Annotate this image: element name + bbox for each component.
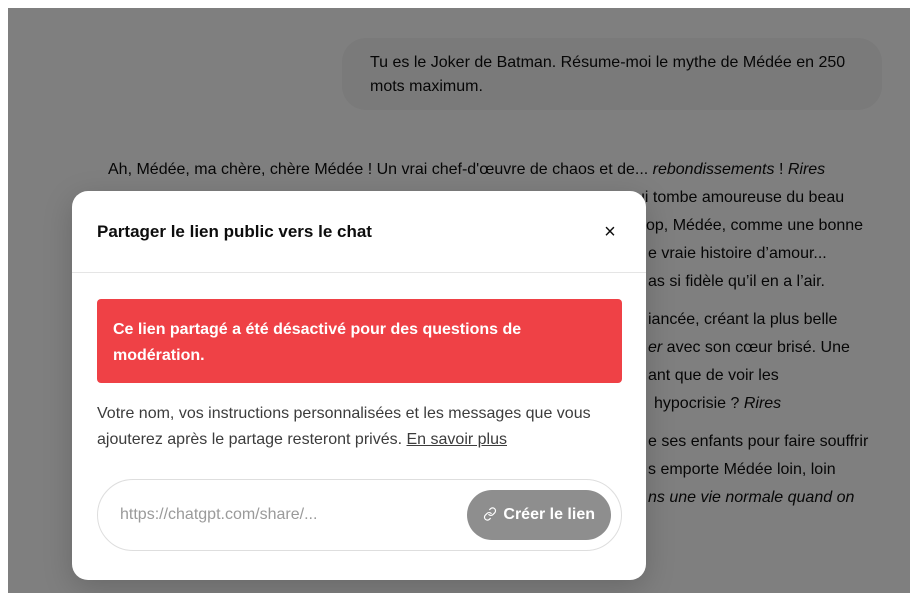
- modal-title: Partager le lien public vers le chat: [97, 221, 372, 241]
- create-link-button[interactable]: Créer le lien: [467, 490, 611, 540]
- create-link-label: Créer le lien: [503, 506, 595, 523]
- close-button[interactable]: ×: [600, 222, 620, 242]
- link-icon: [483, 506, 497, 524]
- privacy-info-text: Votre nom, vos instructions personnalisé…: [97, 405, 591, 448]
- privacy-info: Votre nom, vos instructions personnalisé…: [97, 401, 622, 453]
- share-link-input[interactable]: [120, 506, 420, 524]
- error-banner: Ce lien partagé a été désactivé pour des…: [97, 299, 622, 383]
- share-modal: Partager le lien public vers le chat × C…: [72, 191, 646, 580]
- share-link-row: Créer le lien: [97, 479, 622, 551]
- modal-header: Partager le lien public vers le chat ×: [72, 191, 646, 273]
- learn-more-link[interactable]: En savoir plus: [407, 431, 508, 448]
- modal-body: Ce lien partagé a été désactivé pour des…: [72, 273, 646, 551]
- close-icon: ×: [604, 220, 616, 243]
